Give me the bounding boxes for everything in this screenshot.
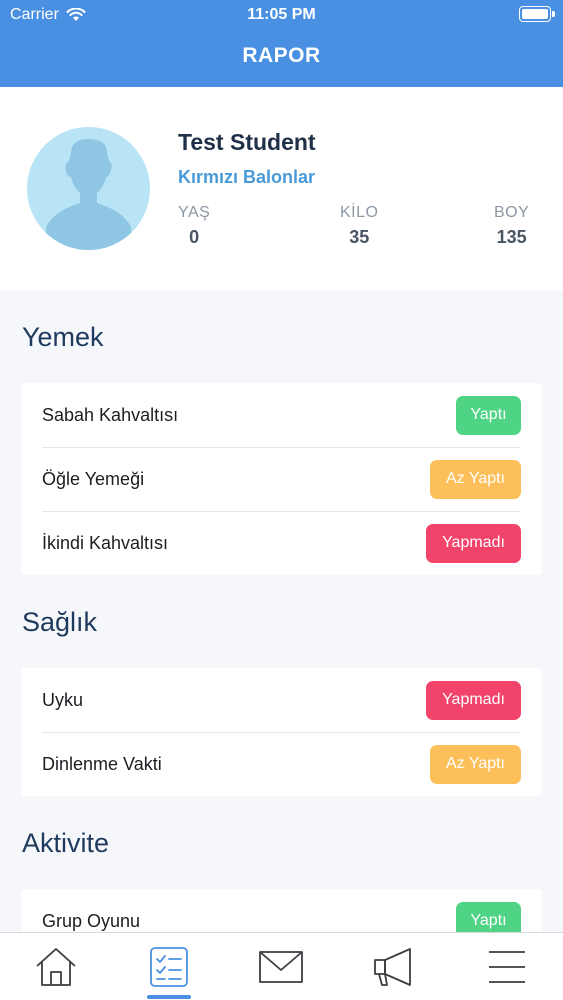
tab-home[interactable]	[0, 933, 113, 1000]
item-label: Dinlenme Vakti	[42, 753, 162, 774]
student-profile-card: Test Student Kırmızı Balonlar YAŞ 0 KİLO…	[0, 87, 563, 290]
status-badge[interactable]: Yaptı	[456, 395, 521, 435]
page-title: RAPOR	[242, 44, 321, 67]
status-badge[interactable]: Yapmadı	[426, 680, 521, 720]
menu-icon	[488, 950, 525, 983]
section-title-aktivite: Aktivite	[22, 828, 110, 858]
stat-label: YAŞ	[178, 204, 211, 221]
battery-icon	[519, 6, 555, 22]
avatar	[27, 127, 150, 250]
user-silhouette-icon	[46, 139, 131, 250]
item-label: Öğle Yemeği	[42, 468, 145, 489]
item-label: Grup Oyunu	[42, 910, 141, 931]
status-bar: Carrier 11:05 PM	[0, 0, 563, 30]
section-card-yemek: Sabah Kahvaltısı Yaptı Öğle Yemeği Az Ya…	[21, 383, 542, 575]
section-title-saglik: Sağlık	[22, 607, 98, 637]
tab-report[interactable]	[113, 933, 226, 1000]
stat-age: YAŞ 0	[178, 204, 210, 248]
status-badge[interactable]: Az Yaptı	[430, 459, 521, 499]
section-card-saglik: Uyku Yapmadı Dinlenme Vakti Az Yaptı	[21, 668, 542, 796]
list-item[interactable]: Dinlenme Vakti Az Yaptı	[21, 732, 542, 796]
tab-bar	[0, 932, 563, 1000]
stat-value: 135	[496, 227, 527, 247]
tab-menu[interactable]	[450, 933, 563, 1000]
tab-announcements[interactable]	[338, 933, 451, 1000]
section-title-yemek: Yemek	[22, 322, 104, 352]
stat-label: KİLO	[340, 204, 379, 221]
class-name: Kırmızı Balonlar	[178, 167, 316, 187]
item-label: Uyku	[42, 689, 84, 710]
list-item[interactable]: Sabah Kahvaltısı Yaptı	[21, 383, 542, 447]
student-name: Test Student	[178, 129, 316, 155]
stat-label: BOY	[494, 204, 530, 221]
item-label: İkindi Kahvaltısı	[42, 532, 169, 553]
status-badge[interactable]: Az Yaptı	[430, 744, 521, 784]
app-header: Carrier 11:05 PM RAPOR	[0, 0, 563, 87]
stat-height: BOY 135	[494, 204, 529, 248]
status-badge[interactable]: Yapmadı	[426, 523, 521, 563]
stat-value: 0	[189, 227, 200, 247]
megaphone-icon	[374, 947, 411, 986]
stat-value: 35	[349, 227, 370, 247]
list-item[interactable]: Uyku Yapmadı	[21, 668, 542, 732]
item-label: Sabah Kahvaltısı	[42, 404, 179, 425]
list-item[interactable]: İkindi Kahvaltısı Yapmadı	[21, 511, 542, 575]
clock: 11:05 PM	[247, 6, 316, 23]
stat-weight: KİLO 35	[340, 204, 378, 248]
mail-icon	[259, 950, 304, 983]
tab-messages[interactable]	[225, 933, 338, 1000]
checklist-icon	[149, 946, 188, 987]
list-item[interactable]: Öğle Yemeği Az Yaptı	[21, 447, 542, 511]
active-tab-indicator	[146, 995, 191, 999]
home-icon	[36, 947, 76, 986]
